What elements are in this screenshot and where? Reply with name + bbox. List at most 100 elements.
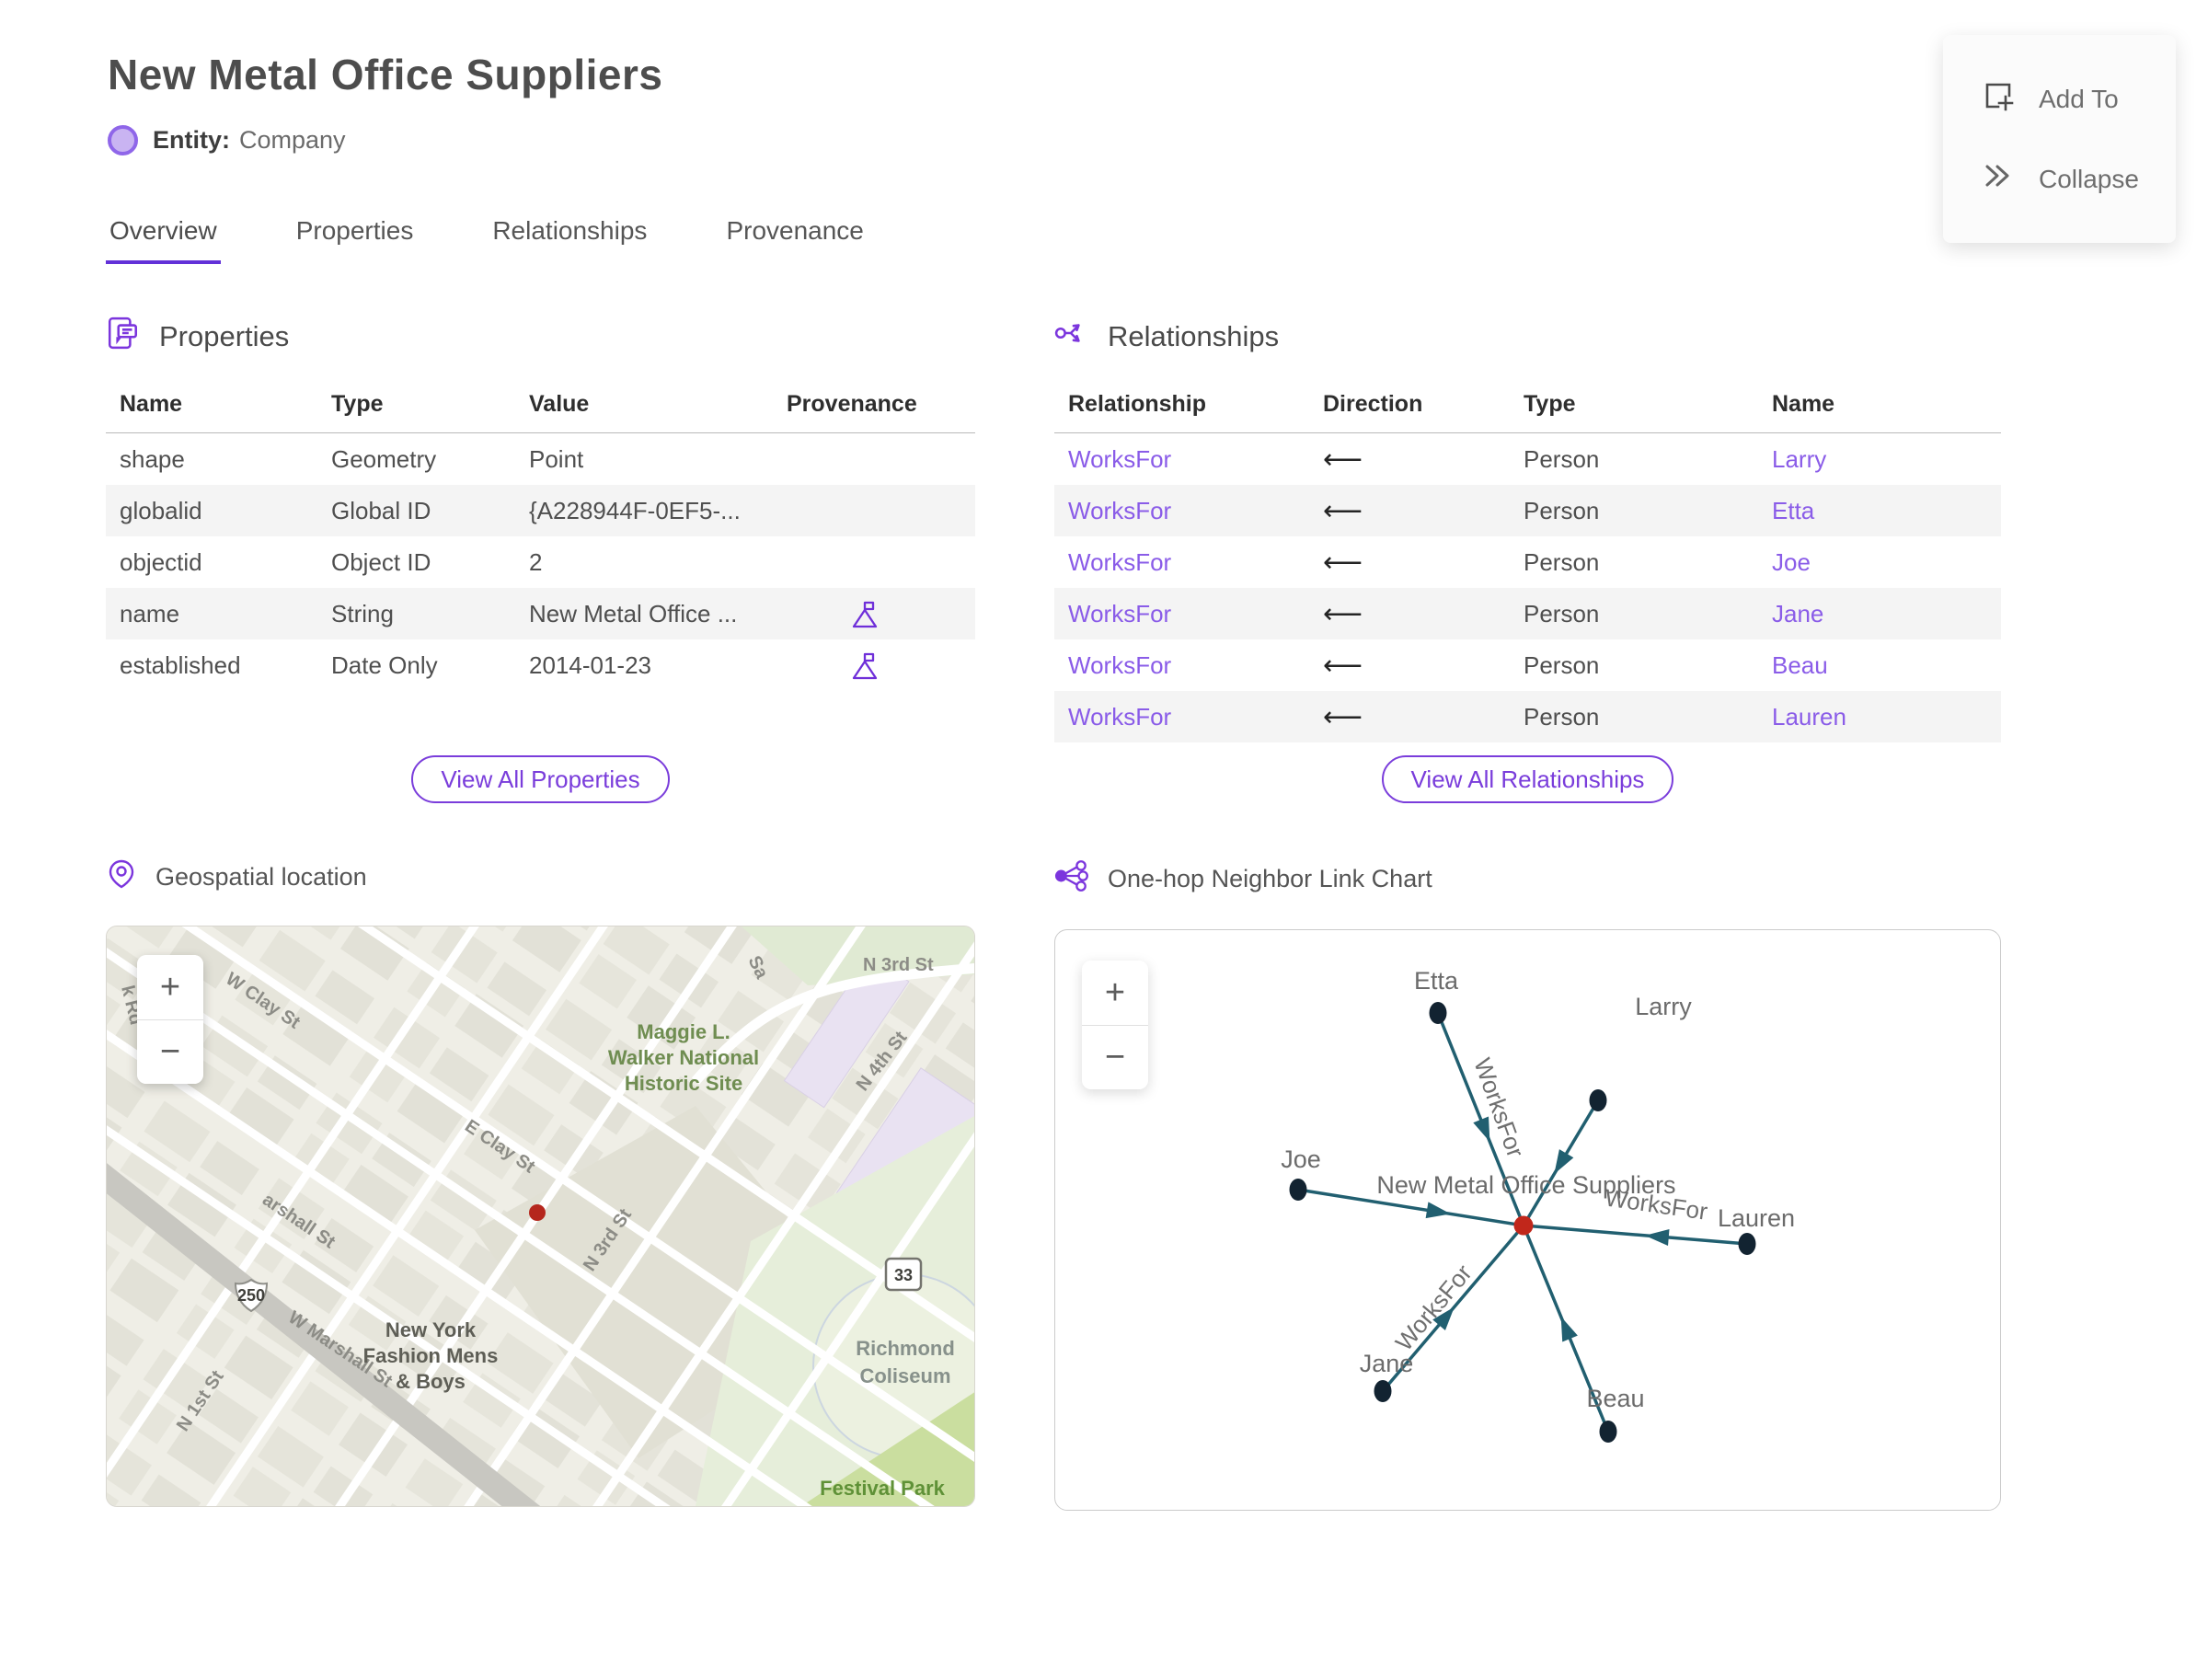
relationships-table: Relationship Direction Type Name WorksFo… <box>1054 384 2001 742</box>
entity-link[interactable]: Jane <box>1772 600 1823 627</box>
relationship-row: WorksFor ⟵ Person Lauren <box>1054 691 2001 742</box>
provenance-flag-icon[interactable] <box>851 600 879 629</box>
location-marker[interactable] <box>529 1204 546 1221</box>
chart-zoom-in-button[interactable]: + <box>1082 961 1148 1025</box>
property-row: established Date Only 2014-01-23 <box>106 639 975 691</box>
property-type: String <box>331 599 394 627</box>
chart-zoom-out-button[interactable]: − <box>1082 1025 1148 1089</box>
provenance-flag-icon[interactable] <box>851 651 879 681</box>
direction-arrow-cell: ⟵ <box>1309 691 1510 742</box>
direction-arrow-cell: ⟵ <box>1309 433 1510 486</box>
entity-badge: Entity: Company <box>108 125 2208 155</box>
relationship-link[interactable]: WorksFor <box>1068 600 1171 627</box>
entity-link[interactable]: Etta <box>1772 497 1814 524</box>
link-chart-canvas[interactable]: WorksForWorksForWorksForEttaLarryJoeLaur… <box>1055 930 2002 1510</box>
add-to-icon <box>1982 79 2015 119</box>
col-header-value: Value <box>515 384 773 433</box>
map-zoom-in-button[interactable]: + <box>137 955 203 1019</box>
map-zoom-control: + − <box>137 955 203 1084</box>
entity-link-cell: Joe <box>1758 536 2001 588</box>
property-provenance-cell <box>773 639 975 691</box>
property-provenance-cell <box>773 433 975 486</box>
map-label: Fashion Mens <box>363 1344 499 1367</box>
graph-node[interactable] <box>1374 1380 1392 1402</box>
relationship-row: WorksFor ⟵ Person Joe <box>1054 536 2001 588</box>
relationship-type: Person <box>1524 496 1600 524</box>
link-chart-panel[interactable]: + − WorksFor WorksFor WorksFor Etta Larry Joe… <box>1054 929 2001 1511</box>
relationship-link-cell: WorksFor <box>1054 485 1309 536</box>
graph-node[interactable] <box>1589 1089 1607 1111</box>
geospatial-section: Geospatial location + − k Rd W Clay St S… <box>106 858 975 1511</box>
property-row: globalid Global ID {A228944F-0EF5-... <box>106 485 975 536</box>
graph-edge-arrow <box>1473 1116 1490 1143</box>
add-to-button[interactable]: Add To <box>1943 59 2176 139</box>
direction-arrow: ⟵ <box>1323 494 1363 527</box>
map-canvas[interactable]: k Rd W Clay StSaarshall StW Marshall StE … <box>107 926 975 1506</box>
tab-properties[interactable]: Properties <box>293 216 418 264</box>
entity-link-cell: Beau <box>1758 639 2001 691</box>
view-all-properties-button[interactable]: View All Properties <box>411 755 670 803</box>
col-header-provenance: Provenance <box>773 384 975 433</box>
relationship-type-cell: Person <box>1510 485 1758 536</box>
relationships-title: Relationships <box>1108 320 1280 352</box>
graph-node-label: Lauren <box>1718 1204 1795 1232</box>
map-panel[interactable]: + − k Rd W Clay St Sa arshall St W Marsh… <box>106 926 975 1507</box>
col-header-relationship: Relationship <box>1054 384 1309 433</box>
graph-edge[interactable] <box>1523 1224 1748 1246</box>
graph-node[interactable] <box>1429 1002 1447 1024</box>
relationship-row: WorksFor ⟵ Person Jane <box>1054 588 2001 639</box>
route-shield: 33 <box>884 1257 923 1292</box>
graph-node-label: Jane <box>1360 1350 1414 1377</box>
direction-arrow: ⟵ <box>1323 597 1363 630</box>
properties-title: Properties <box>159 320 290 352</box>
view-all-relationships-button[interactable]: View All Relationships <box>1381 755 1674 803</box>
map-zoom-out-button[interactable]: − <box>137 1019 203 1084</box>
relationship-type-cell: Person <box>1510 691 1758 742</box>
tab-relationships[interactable]: Relationships <box>489 216 650 264</box>
relationship-link[interactable]: WorksFor <box>1068 703 1171 731</box>
property-provenance-cell <box>773 536 975 588</box>
property-row: objectid Object ID 2 <box>106 536 975 588</box>
tab-provenance[interactable]: Provenance <box>722 216 867 264</box>
property-value: {A228944F-0EF5-... <box>529 496 741 524</box>
property-value: Point <box>529 444 584 473</box>
map-label: & Boys <box>396 1370 466 1393</box>
property-type: Geometry <box>331 444 437 473</box>
relationship-link[interactable]: WorksFor <box>1068 651 1171 679</box>
relationship-link[interactable]: WorksFor <box>1068 445 1171 473</box>
collapse-button[interactable]: Collapse <box>1943 139 2176 219</box>
relationship-type: Person <box>1524 547 1600 576</box>
graph-node[interactable] <box>1738 1233 1756 1255</box>
property-row: shape Geometry Point <box>106 433 975 486</box>
geospatial-title: Geospatial location <box>155 863 367 891</box>
property-name: globalid <box>120 496 202 524</box>
route-shield-number: 33 <box>894 1266 913 1284</box>
graph-node-label: Larry <box>1635 993 1692 1020</box>
col-header-direction: Direction <box>1309 384 1510 433</box>
relationship-link[interactable]: WorksFor <box>1068 497 1171 524</box>
property-name: name <box>120 599 180 627</box>
direction-arrow-cell: ⟵ <box>1309 588 1510 639</box>
property-provenance-cell <box>773 588 975 639</box>
entity-link[interactable]: Larry <box>1772 445 1826 473</box>
route-shield-number: 250 <box>237 1286 265 1305</box>
graph-node[interactable] <box>1289 1179 1307 1201</box>
entity-link[interactable]: Joe <box>1772 548 1811 576</box>
map-label: Coliseum <box>859 1364 950 1387</box>
relationships-section: Relationships Relationship Direction Typ… <box>1054 316 2001 803</box>
tab-overview[interactable]: Overview <box>106 216 221 264</box>
relationship-link[interactable]: WorksFor <box>1068 548 1171 576</box>
relationships-icon <box>1054 316 1089 358</box>
relationship-type: Person <box>1524 702 1600 731</box>
entity-link[interactable]: Beau <box>1772 651 1828 679</box>
col-header-name: Name <box>106 384 317 433</box>
collapse-label: Collapse <box>2039 164 2139 193</box>
direction-arrow: ⟵ <box>1323 546 1363 579</box>
double-chevron-right-icon <box>1982 159 2015 199</box>
graph-center-node[interactable] <box>1513 1215 1534 1236</box>
property-type: Object ID <box>331 547 431 576</box>
graph-edge-arrow <box>1554 1149 1574 1175</box>
entity-link[interactable]: Lauren <box>1772 703 1846 731</box>
entity-label: Entity: <box>153 126 230 154</box>
graph-node[interactable] <box>1599 1421 1617 1443</box>
